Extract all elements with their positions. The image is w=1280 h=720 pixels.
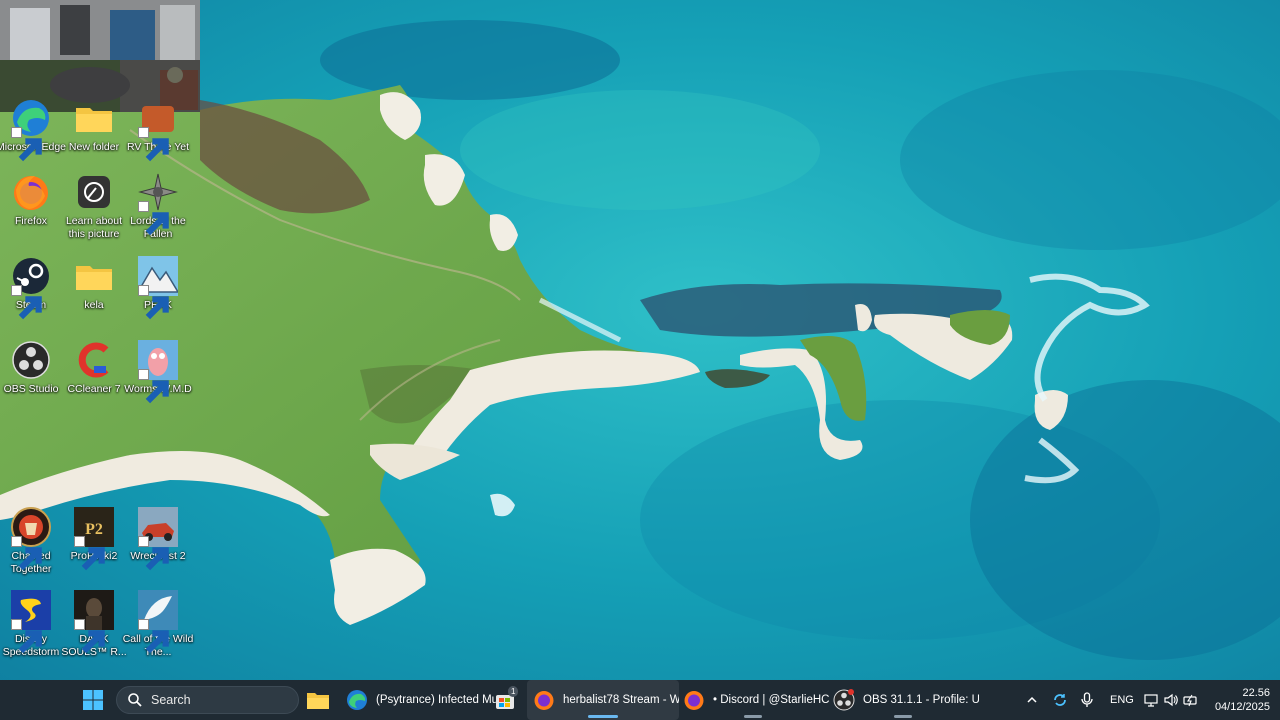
desktop-icon-rv-there-yet[interactable]: RV There Yet — [125, 96, 191, 176]
desktop-icon-wreckfest-2[interactable]: Wreckfest 2 — [125, 505, 191, 585]
firefox-icon — [534, 691, 554, 710]
desktop-icon-call-of-the-wild[interactable]: Call of the Wild The... — [123, 588, 193, 668]
desktop-icon-new-folder[interactable]: New folder — [61, 96, 127, 176]
camera-icon — [74, 172, 114, 212]
desktop-icon-firefox[interactable]: Firefox — [0, 170, 64, 250]
desktop-icon-label: Firefox — [14, 215, 48, 227]
shortcut-arrow-icon — [11, 285, 42, 320]
shortcut-arrow-icon — [74, 536, 105, 571]
desktop-icon-lords-of-the-fallen[interactable]: Lords of the Fallen — [125, 170, 191, 250]
firefox-icon — [684, 691, 704, 710]
game-icon — [74, 590, 114, 654]
show-hidden-icons-button[interactable] — [1026, 680, 1044, 720]
desktop-icon-learn-about-this-picture[interactable]: Learn about this picture — [61, 170, 127, 250]
worms-icon — [138, 340, 178, 404]
desktop-icon-label: New folder — [68, 141, 120, 153]
firefox-icon — [11, 172, 51, 212]
taskbar-app-firefox-discord[interactable]: • Discord | @StarlieHC - — [677, 680, 829, 720]
desktop-icon-steam[interactable]: Steam — [0, 254, 64, 334]
steam-icon — [11, 256, 51, 320]
taskbar-search-box[interactable]: Search — [116, 686, 299, 714]
taskbar-app-label: • Discord | @StarlieHC - — [713, 694, 829, 706]
power-status-icon — [1183, 694, 1197, 707]
sync-status-button[interactable] — [1052, 680, 1072, 720]
desktop-icon-label: kela — [84, 299, 104, 311]
running-indicator — [894, 715, 912, 718]
fish-icon — [138, 590, 178, 654]
microphone-button[interactable] — [1080, 680, 1098, 720]
desktop-icon-chained-together[interactable]: Chained Together — [0, 505, 64, 585]
game-icon — [11, 590, 51, 654]
volume-icon — [1164, 693, 1178, 707]
shortcut-arrow-icon — [11, 127, 42, 162]
desktop-icon-disney-speedstorm[interactable]: Disney Speedstorm — [0, 588, 64, 668]
folder-icon — [74, 98, 114, 138]
shortcut-arrow-icon — [138, 619, 169, 654]
running-indicator — [744, 715, 762, 718]
svg-text:P2: P2 — [85, 521, 103, 538]
taskbar-app-firefox-stream[interactable]: herbalist78 Stream - Wa — [527, 680, 679, 720]
microphone-icon — [1081, 692, 1093, 707]
volume-button[interactable] — [1163, 680, 1181, 720]
desktop-icon-worms-wmd[interactable]: Worms W.M.D — [124, 338, 192, 418]
search-icon — [128, 693, 142, 707]
desktop-icon-label: OBS Studio — [3, 383, 59, 395]
desktop-icon-peak[interactable]: PEAK — [125, 254, 191, 334]
taskbar-app-label: (Psytrance) Infected Mu — [376, 694, 499, 706]
desktop-icon-kela[interactable]: kela — [61, 254, 127, 334]
car-icon — [138, 507, 178, 571]
game-icon — [11, 507, 51, 571]
shortcut-arrow-icon — [138, 127, 169, 162]
desktop-icon-propilkki2[interactable]: P2 ProPilkki2 — [61, 505, 127, 585]
shortcut-arrow-icon — [74, 619, 105, 654]
game-icon — [138, 98, 178, 162]
desktop-icon-ccleaner[interactable]: CCleaner 7 — [61, 338, 127, 418]
file-explorer-button[interactable] — [306, 680, 334, 720]
microsoft-store-button[interactable]: 1 — [494, 680, 520, 720]
shortcut-arrow-icon — [11, 619, 42, 654]
language-label: ENG — [1110, 694, 1134, 706]
search-label: Search — [151, 693, 191, 707]
desktop-icon-dark-souls[interactable]: DARK SOULS™ R... — [61, 588, 127, 668]
clock-time: 22.56 — [1242, 687, 1270, 699]
taskbar-app-obs[interactable]: OBS 31.1.1 - Profile: Unti — [827, 680, 979, 720]
taskbar-app-label: OBS 31.1.1 - Profile: Unti — [863, 694, 979, 706]
desktop-icon-obs-studio[interactable]: OBS Studio — [0, 338, 64, 418]
network-icon — [1144, 694, 1158, 707]
active-indicator — [588, 715, 618, 718]
obs-icon — [833, 689, 855, 711]
folder-icon — [74, 256, 114, 296]
shortcut-arrow-icon — [138, 536, 169, 571]
shortcut-arrow-icon — [11, 536, 42, 571]
network-button[interactable] — [1143, 680, 1161, 720]
ccleaner-icon — [74, 340, 114, 380]
shortcut-arrow-icon — [138, 201, 169, 236]
clock-date: 04/12/2025 — [1214, 701, 1270, 713]
power-button[interactable] — [1183, 680, 1201, 720]
clock-button[interactable]: 22.56 04/12/2025 — [1206, 680, 1270, 720]
start-button[interactable] — [82, 680, 108, 720]
shortcut-arrow-icon — [138, 369, 169, 404]
notification-badge: 1 — [508, 686, 519, 697]
obs-icon — [11, 340, 51, 380]
desktop-icon-label: CCleaner 7 — [67, 383, 121, 395]
edge-icon — [347, 690, 367, 710]
shortcut-arrow-icon — [138, 285, 169, 320]
desktop-icon-label: Learn about this picture — [65, 215, 123, 240]
sync-icon — [1054, 694, 1066, 706]
mountain-icon — [138, 256, 178, 320]
taskbar-app-label: herbalist78 Stream - Wa — [563, 694, 679, 706]
windows-icon — [83, 690, 103, 710]
folder-icon — [307, 693, 329, 709]
game-icon — [138, 172, 178, 236]
input-language-button[interactable]: ENG — [1110, 680, 1134, 720]
desktop-icon-microsoft-edge[interactable]: Microsoft Edge — [0, 96, 66, 176]
edge-icon — [11, 98, 51, 162]
game-icon: P2 — [74, 507, 114, 571]
chevron-up-icon — [1027, 696, 1037, 703]
